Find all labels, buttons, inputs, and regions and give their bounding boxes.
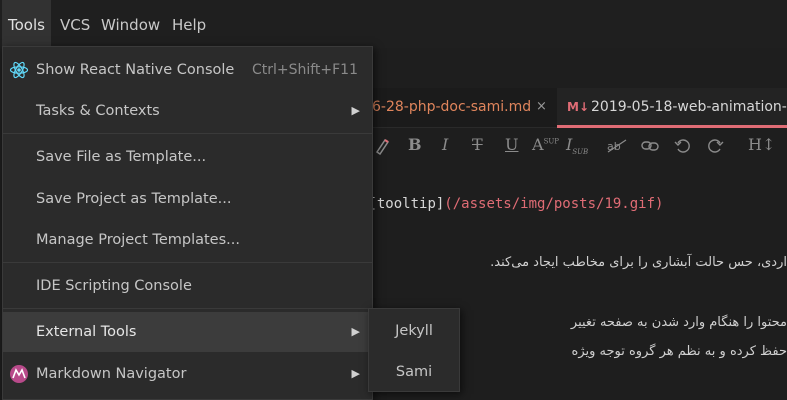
menu-help[interactable]: Help <box>166 0 212 48</box>
submenu-item-sami[interactable]: Sami <box>369 352 459 392</box>
menu-item-save-file-as-template[interactable]: Save File as Template... <box>3 137 372 177</box>
editor-text-line[interactable]: اردی، حس حالت آبشاری را برای مخاطب ایجاد… <box>490 255 787 270</box>
menu-item-label: External Tools <box>36 324 137 340</box>
menu-item-show-react-native-console[interactable]: Show React Native Console Ctrl+Shift+F11 <box>3 50 372 90</box>
superscript-icon[interactable]: ASUP <box>532 135 559 154</box>
menu-tools[interactable]: Tools <box>2 0 51 48</box>
menu-item-external-tools[interactable]: External Tools ▶ <box>3 312 372 352</box>
menu-item-label: Save Project as Template... <box>36 191 232 207</box>
menu-item-label: Show React Native Console <box>36 62 235 78</box>
menu-item-ide-scripting-console[interactable]: IDE Scripting Console <box>3 266 372 306</box>
menu-separator <box>3 262 372 263</box>
menu-separator <box>3 133 372 134</box>
menu-item-label: Save File as Template... <box>36 149 207 165</box>
menu-item-manage-project-templates[interactable]: Manage Project Templates... <box>3 220 372 260</box>
editor-text-line[interactable]: حفظ کرده و به نظم هر گروه توجه ویژه <box>572 344 787 359</box>
underline-icon[interactable]: U <box>505 135 518 154</box>
tab-label: 6-28-php-doc-sami.md <box>372 99 532 115</box>
redo-icon[interactable] <box>706 137 724 155</box>
italic-icon[interactable]: I <box>442 135 448 154</box>
tab-label: 2019-05-18-web-animation-ti <box>591 99 787 115</box>
menu-item-tasks-contexts[interactable]: Tasks & Contexts ▶ <box>3 91 372 131</box>
bold-icon[interactable]: B <box>408 135 422 154</box>
submenu-arrow-icon: ▶ <box>351 104 360 117</box>
menu-item-label: Manage Project Templates... <box>36 232 240 248</box>
markdown-image-line[interactable]: ![tooltip](/assets/img/posts/19.gif) <box>360 196 663 212</box>
heading-icon[interactable]: H↕ <box>748 135 775 154</box>
tab-close-icon[interactable]: × <box>536 88 547 126</box>
menu-item-label: Markdown Navigator <box>36 366 187 382</box>
menubar: Tools VCS Window Help <box>0 0 787 48</box>
subscript-icon[interactable]: ISUB <box>566 135 588 156</box>
strikethrough-icon[interactable]: T <box>472 135 483 154</box>
undo-icon[interactable] <box>674 137 692 155</box>
menu-window[interactable]: Window <box>95 0 166 48</box>
tools-menu: Show React Native Console Ctrl+Shift+F11… <box>2 46 373 400</box>
external-tools-submenu: Jekyll Sami <box>368 308 460 392</box>
menu-vcs[interactable]: VCS <box>54 0 96 48</box>
tab-php-doc-sami[interactable]: 6-28-php-doc-sami.md × <box>360 88 556 128</box>
link-icon[interactable] <box>640 138 660 154</box>
menu-item-shortcut: Ctrl+Shift+F11 <box>251 62 358 78</box>
menu-item-label: Tasks & Contexts <box>36 103 160 119</box>
submenu-arrow-icon: ▶ <box>351 367 360 380</box>
menu-item-save-project-as-template[interactable]: Save Project as Template... <box>3 179 372 219</box>
pen-icon[interactable] <box>374 137 390 155</box>
tab-web-animation[interactable]: M↓ 2019-05-18-web-animation-ti <box>557 88 787 128</box>
markdown-toolbar: B I T U ASUP ISUB ab H↕ <box>360 129 787 163</box>
menu-item-label: IDE Scripting Console <box>36 278 192 294</box>
editor-text-line[interactable]: محتوا را هنگام وارد شدن به صفحه تغییر <box>571 315 787 330</box>
menu-item-markdown-navigator[interactable]: Markdown Navigator ▶ <box>3 354 372 394</box>
markdown-navigator-icon <box>10 365 28 383</box>
menu-separator <box>3 308 372 309</box>
submenu-arrow-icon: ▶ <box>351 325 360 338</box>
react-icon <box>9 61 29 79</box>
submenu-item-jekyll[interactable]: Jekyll <box>369 311 459 351</box>
clear-format-icon[interactable]: ab <box>606 138 628 154</box>
markdown-file-icon: M↓ <box>567 100 589 114</box>
editor-tab-bar: 6-28-php-doc-sami.md × M↓ 2019-05-18-web… <box>360 88 787 128</box>
